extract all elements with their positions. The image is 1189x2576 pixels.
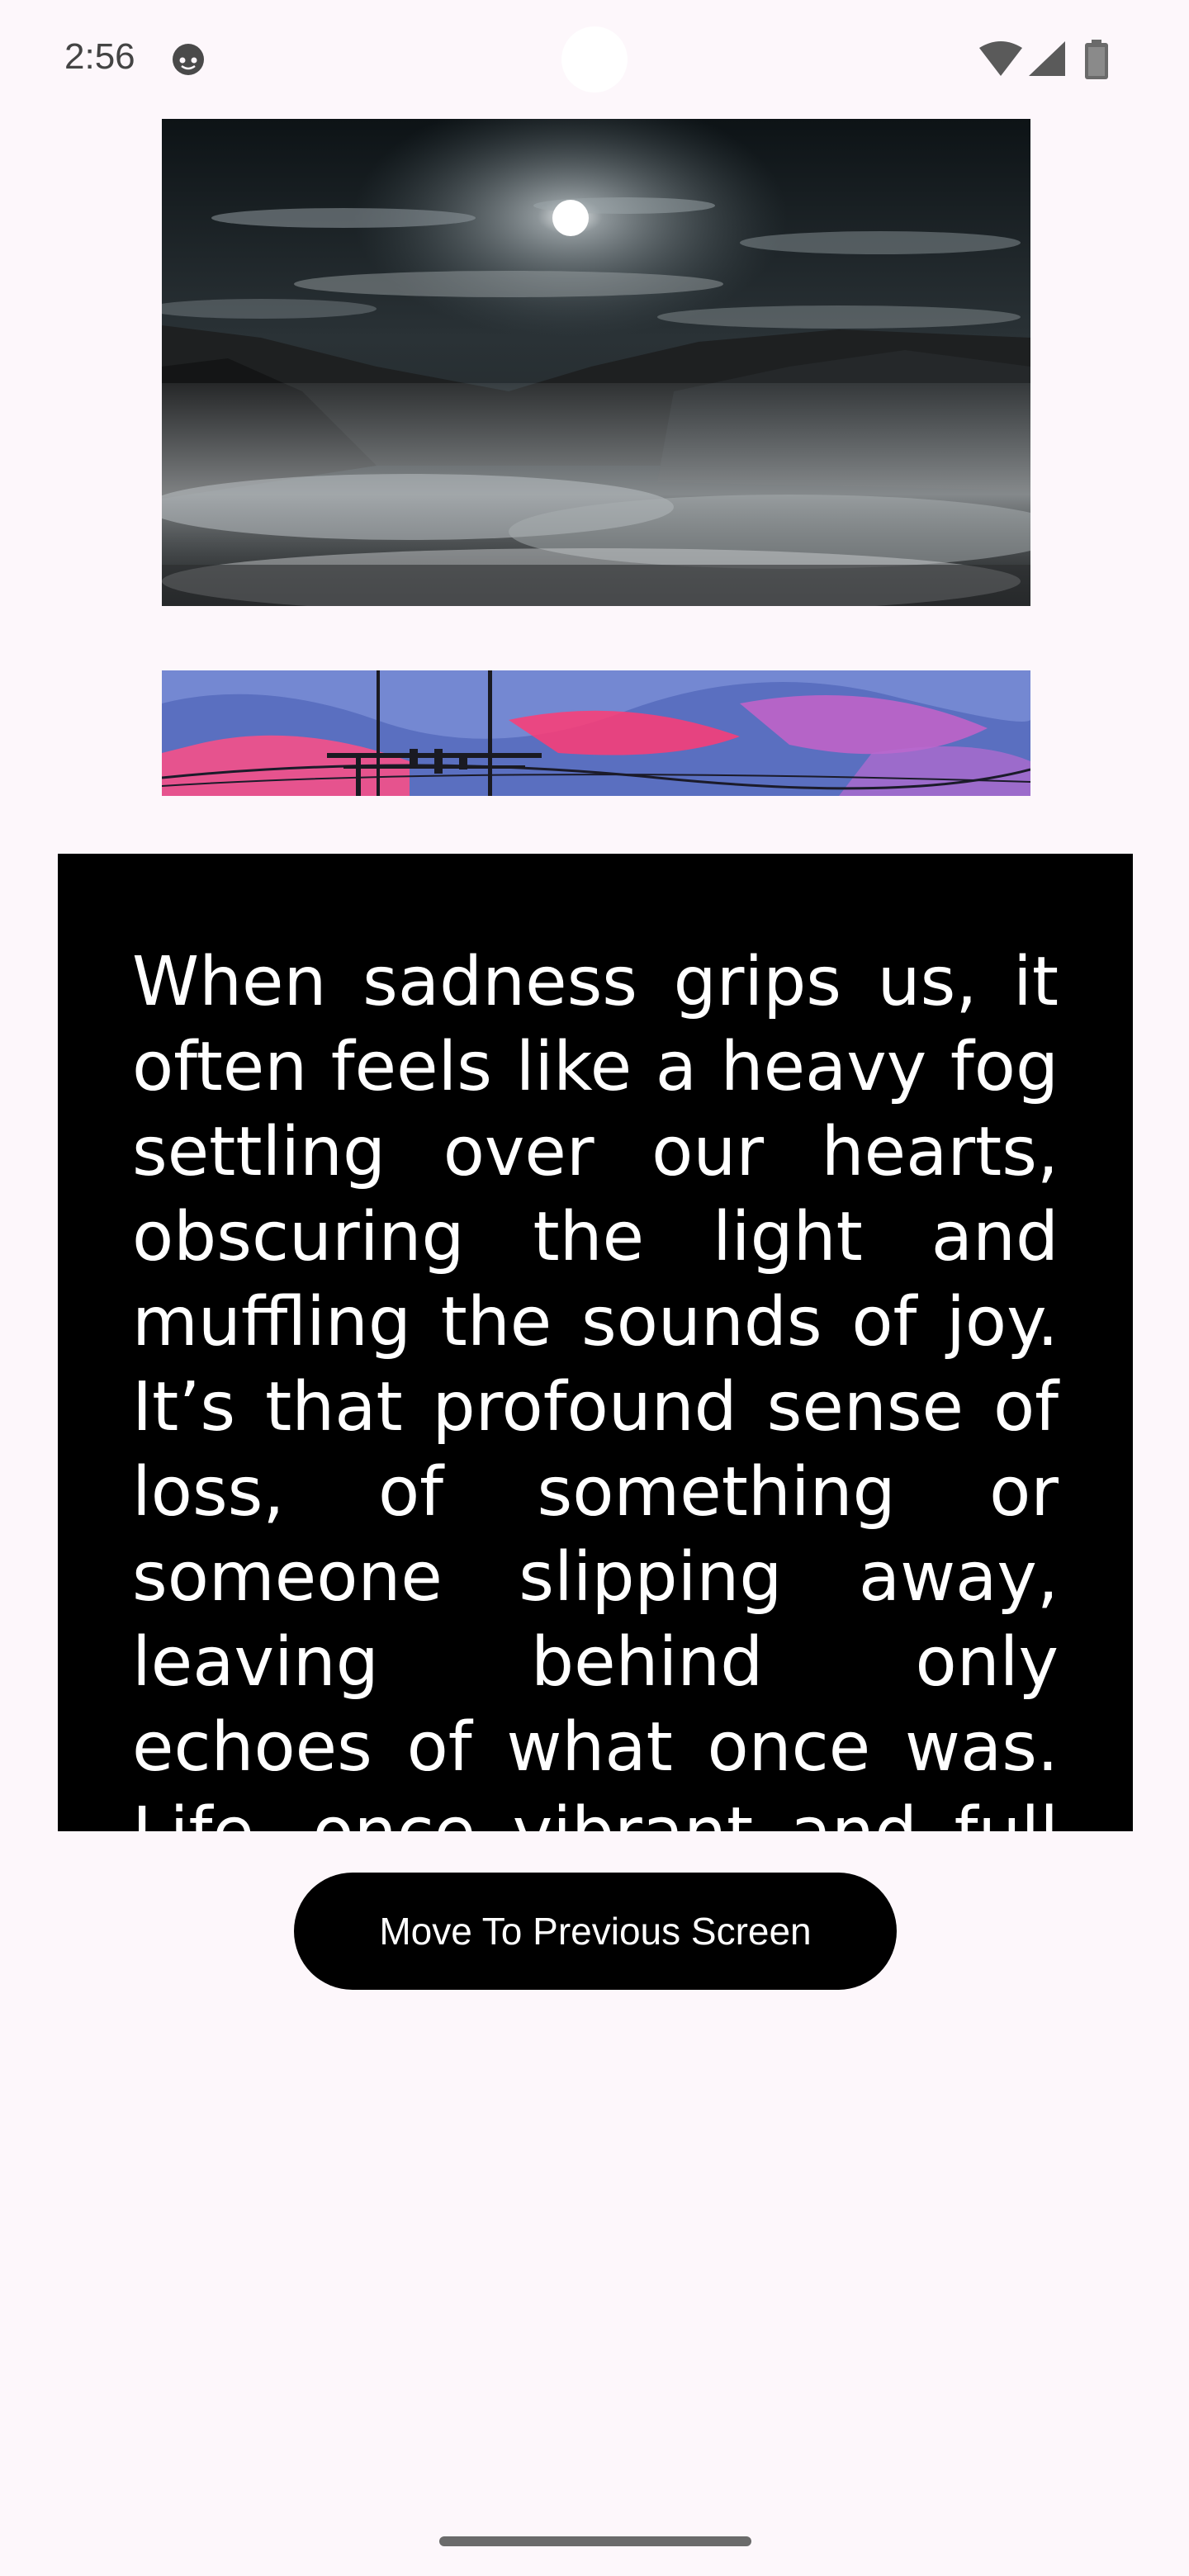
gesture-navigation-handle[interactable] <box>439 2536 751 2546</box>
text-panel: When sadness grips us, it often feels li… <box>58 854 1133 1831</box>
face-icon <box>173 44 204 75</box>
status-bar: 2:56 <box>0 0 1189 116</box>
status-time: 2:56 <box>64 36 135 77</box>
power-lines-sky-painting-image <box>162 670 1030 796</box>
cell-signal-icon <box>1029 41 1065 76</box>
front-camera-cutout <box>561 26 628 92</box>
sadness-paragraph: When sadness grips us, it often feels li… <box>132 943 1059 1831</box>
battery-icon <box>1085 40 1108 79</box>
wifi-icon <box>979 41 1022 76</box>
move-to-previous-screen-button[interactable]: Move To Previous Screen <box>294 1873 897 1990</box>
moonlit-mountain-clouds-image <box>162 119 1030 606</box>
